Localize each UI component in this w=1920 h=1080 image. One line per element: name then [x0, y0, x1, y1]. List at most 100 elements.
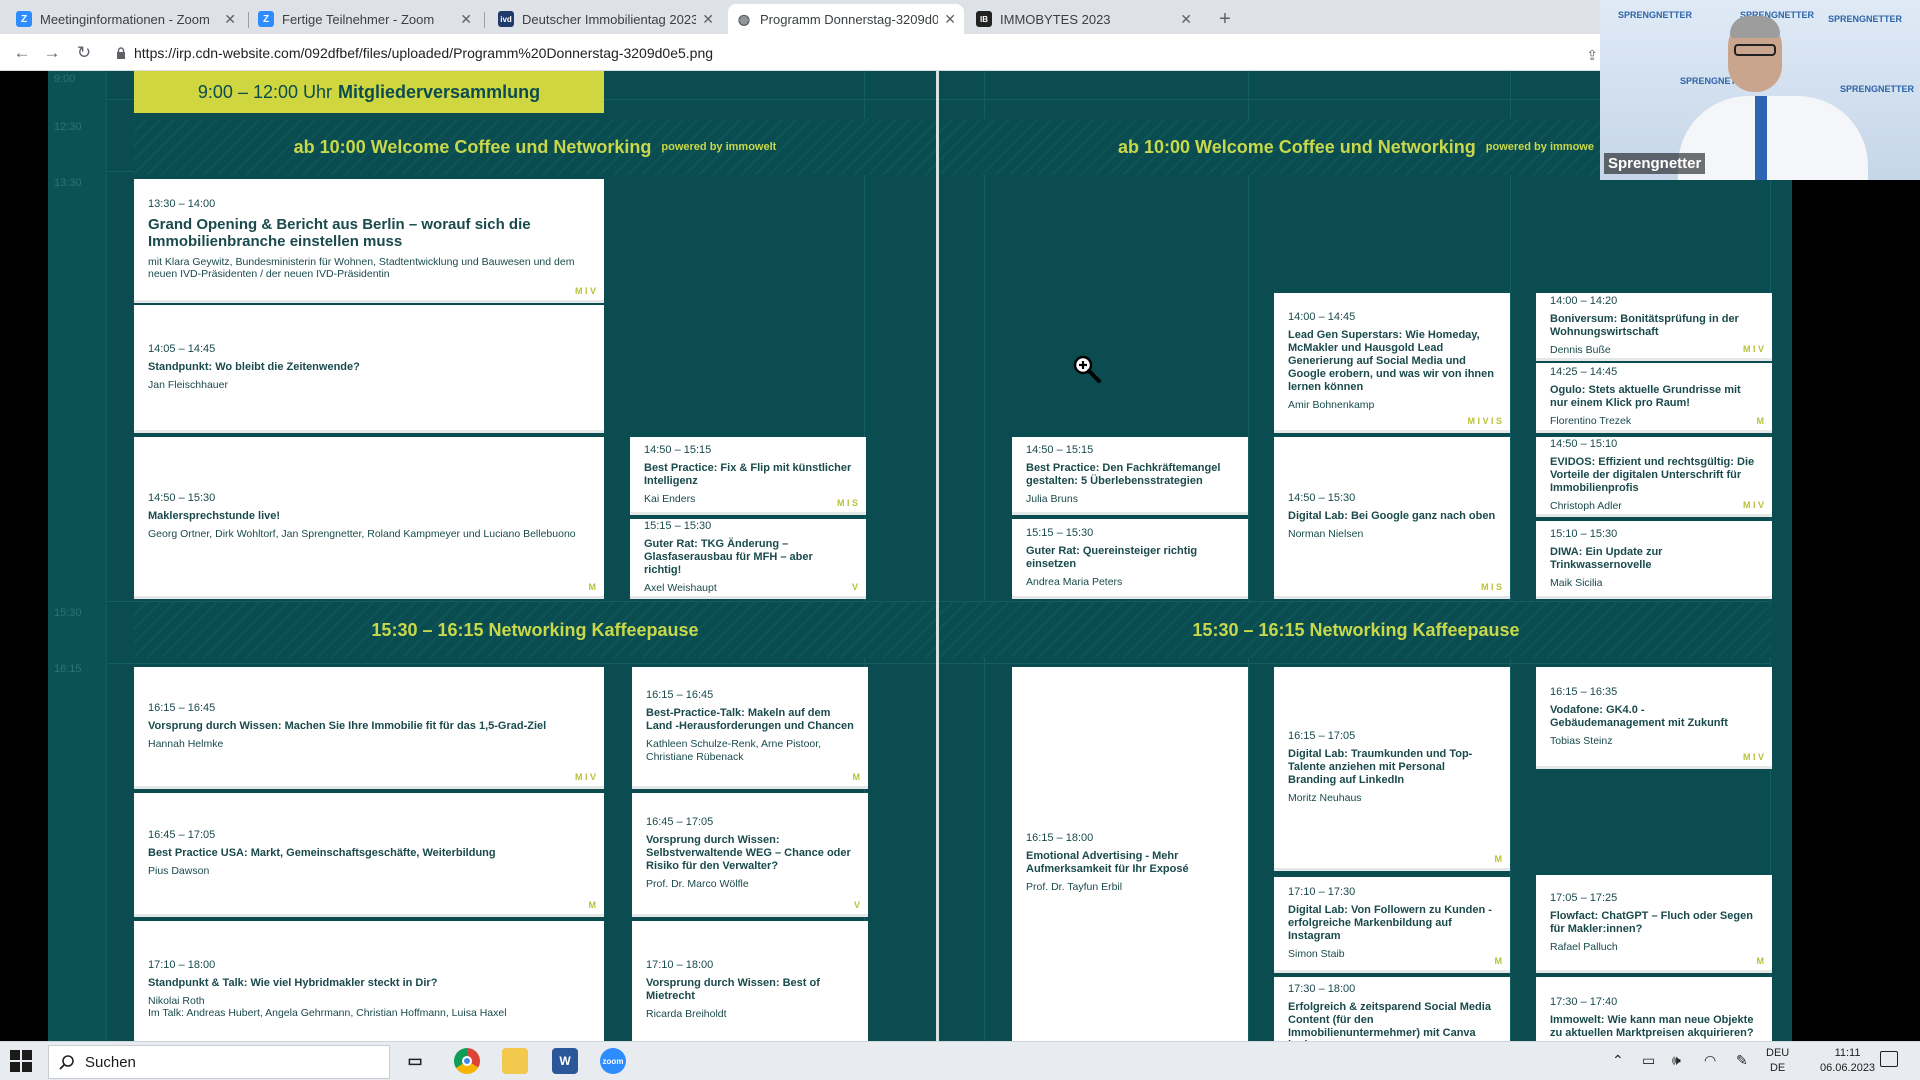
task-view-icon[interactable]: ▭	[402, 1048, 428, 1074]
tab-programm-donnerstag[interactable]: ◍ Programm Donnerstag-3209d0e ✕	[728, 4, 964, 34]
session-time: 17:30 – 18:00	[1288, 982, 1356, 995]
chevron-up-icon[interactable]: ⌃	[1612, 1052, 1624, 1069]
time-label: 13:30	[54, 177, 82, 189]
close-icon[interactable]: ✕	[460, 11, 472, 28]
session-time: 17:05 – 17:25	[1550, 891, 1618, 904]
new-tab-button[interactable]: +	[1212, 6, 1238, 32]
session-title: Vorsprung durch Wissen: Machen Sie Ihre …	[148, 720, 547, 733]
session-speaker: Florentino Trezek	[1550, 414, 1632, 427]
session-track-tag: M	[852, 772, 861, 782]
session-speaker: Jan Fleischhauer	[148, 379, 228, 392]
session-time: 16:15 – 16:45	[646, 689, 714, 702]
session-title: Maklersprechstunde live!	[148, 510, 281, 523]
zoom-icon: Z	[258, 11, 274, 27]
session-card: 15:15 – 15:30 Guter Rat: TKG Änderung – G…	[630, 519, 866, 599]
battery-icon[interactable]: ▭	[1642, 1052, 1655, 1069]
session-card: 16:15 – 16:45 Best-Practice-Talk: Makeln …	[632, 667, 868, 789]
tab-immobytes[interactable]: IB IMMOBYTES 2023 ✕	[968, 4, 1200, 34]
session-speaker: Amir Bohnenkamp	[1288, 399, 1375, 412]
chrome-icon[interactable]	[454, 1048, 480, 1074]
session-card: 14:50 – 15:30 Digital Lab: Bei Google gan…	[1274, 437, 1510, 599]
program-board: 9:00 12:30 13:30 15:30 16:15 9:00 – 12:0…	[48, 71, 1792, 1041]
wifi-icon[interactable]: ◠	[1704, 1052, 1716, 1069]
session-title: Vodafone: GK4.0 - Gebäudemanagement mit …	[1550, 703, 1728, 729]
session-speaker: Maik Sicilia	[1550, 576, 1603, 589]
ib-icon: IB	[976, 11, 992, 27]
speaker-figure	[1678, 96, 1868, 180]
session-track-tag: M I V	[574, 772, 596, 782]
session-time: 13:30 – 14:00	[148, 198, 216, 211]
close-icon[interactable]: ✕	[1180, 11, 1192, 28]
session-speaker: Georg Ortner, Dirk Wohltorf, Jan Sprengn…	[148, 528, 576, 541]
session-speaker: Ricarda Breiholdt	[646, 1007, 727, 1020]
session-time: 16:45 – 17:05	[148, 829, 216, 842]
pen-icon[interactable]: ✎	[1736, 1052, 1748, 1069]
session-track-tag: M	[1756, 416, 1765, 426]
session-title: Best-Practice-Talk: Makeln auf dem Land …	[646, 707, 854, 733]
taskbar-search[interactable]: Suchen	[48, 1045, 390, 1079]
break-band-left: 15:30 – 16:15 Networking Kaffeepause	[134, 602, 936, 658]
url-field[interactable]: https://irp.cdn-website.com/092dfbef/fil…	[108, 39, 1598, 67]
session-speaker: Pius Dawson	[148, 865, 210, 878]
session-time: 17:30 – 17:40	[1550, 995, 1618, 1008]
tab-meetinginformationen[interactable]: Z Meetinginformationen - Zoom ✕	[8, 4, 244, 34]
close-icon[interactable]: ✕	[224, 11, 236, 28]
session-time: 14:50 – 15:15	[644, 443, 712, 456]
back-arrow-icon[interactable]: ←	[10, 41, 34, 65]
session-title: Emotional Advertising - Mehr Aufmerksamk…	[1026, 849, 1189, 875]
reload-icon[interactable]: ↻	[72, 41, 96, 65]
ivd-icon: ivd	[498, 11, 514, 27]
language-indicator[interactable]: DEU DE	[1766, 1046, 1789, 1076]
session-title: EVIDOS: Effizient und rechtsgültig: Die …	[1550, 456, 1755, 495]
session-time: 15:15 – 15:30	[1026, 526, 1094, 539]
address-bar: ← → ↻ https://irp.cdn-website.com/092dfb…	[0, 34, 1600, 71]
session-speaker: Norman Nielsen	[1288, 528, 1364, 541]
session-track-tag: M I V I S	[1467, 416, 1502, 426]
session-card: 14:50 – 15:30 Maklersprechstunde live! Geo…	[134, 437, 604, 599]
file-explorer-icon[interactable]	[502, 1048, 528, 1074]
share-icon[interactable]: ⇪	[1586, 47, 1598, 64]
zoom-icon: Z	[16, 11, 32, 27]
zoom-video-panel[interactable]: SPRENGNETTER SPRENGNETTER SPRENGNETTER S…	[1600, 0, 1920, 180]
session-track-tag: M I S	[1480, 582, 1502, 592]
session-time: 14:05 – 14:45	[148, 343, 216, 356]
session-time: 15:15 – 15:30	[644, 520, 712, 533]
windows-start-icon[interactable]	[10, 1050, 32, 1072]
session-track-tag: M	[1494, 956, 1503, 966]
time-label: 12:30	[54, 121, 82, 133]
session-time: 14:50 – 15:30	[148, 492, 216, 505]
session-track-tag: V	[853, 900, 860, 910]
system-clock[interactable]: 11:11 06.06.2023	[1820, 1046, 1875, 1076]
participant-name: Sprengnetter	[1604, 153, 1706, 174]
coffee-band-left: ab 10:00 Welcome Coffee und Networking p…	[134, 119, 936, 175]
tab-fertige-teilnehmer[interactable]: Z Fertige Teilnehmer - Zoom ✕	[250, 4, 480, 34]
session-speaker: Nikolai Roth Im Talk: Andreas Hubert, An…	[148, 994, 507, 1020]
session-time: 14:50 – 15:10	[1550, 438, 1618, 451]
session-title: Digital Lab: Von Followern zu Kunden - e…	[1288, 904, 1492, 943]
session-card: 14:05 – 14:45 Standpunkt: Wo bleibt die Z…	[134, 305, 604, 433]
word-icon[interactable]: W	[552, 1048, 578, 1074]
session-track-tag: V	[851, 582, 858, 592]
tab-immobilientag[interactable]: ivd Deutscher Immobilientag 2023 - ✕	[490, 4, 722, 34]
forward-arrow-icon[interactable]: →	[40, 41, 64, 65]
session-title: Vorsprung durch Wissen: Best of Mietrech…	[646, 976, 820, 1002]
notification-icon[interactable]	[1880, 1051, 1898, 1067]
session-title: Boniversum: Bonitätsprüfung in der Wohnu…	[1550, 312, 1739, 338]
volume-icon[interactable]: 🕪	[1672, 1052, 1681, 1069]
session-title: Guter Rat: Quereinsteiger richtig einset…	[1026, 544, 1198, 570]
session-time: 16:15 – 16:45	[148, 702, 216, 715]
session-card: 14:25 – 14:45 Ogulo: Stets aktuelle Grund…	[1536, 363, 1772, 433]
session-track-tag: M I V	[574, 286, 596, 296]
column-divider	[936, 71, 939, 1041]
session-speaker: Rafael Palluch	[1550, 940, 1618, 953]
zoom-icon[interactable]: zoom	[600, 1048, 626, 1074]
session-track-tag: M I S	[836, 498, 858, 508]
time-label: 16:15	[54, 663, 82, 675]
session-time: 17:10 – 18:00	[646, 958, 714, 971]
session-speaker: Kathleen Schulze-Renk, Arne Pistoor, Chr…	[646, 738, 822, 763]
session-card: 17:30 – 18:00 Erfolgreich & zeitsparend S…	[1274, 977, 1510, 1041]
close-icon[interactable]: ✕	[944, 11, 956, 28]
close-icon[interactable]: ✕	[702, 11, 714, 28]
session-title: Digital Lab: Traumkunden und Top-Talente…	[1288, 748, 1473, 787]
time-label: 15:30	[54, 607, 82, 619]
